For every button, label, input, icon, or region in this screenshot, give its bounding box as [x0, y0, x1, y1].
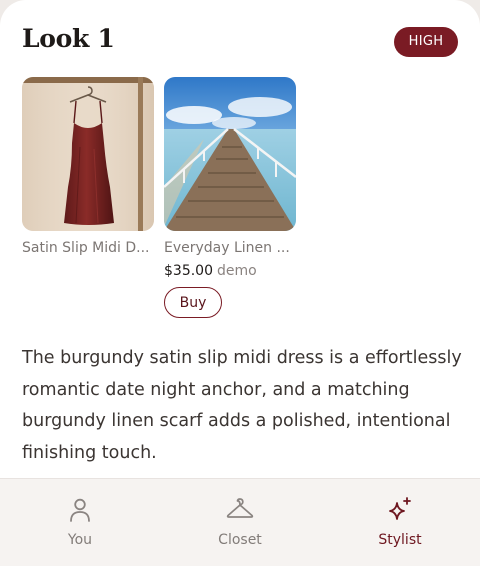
- buy-button[interactable]: Buy: [164, 287, 222, 318]
- product-name[interactable]: Satin Slip Midi D...: [22, 240, 154, 256]
- person-icon: [70, 498, 90, 522]
- look-description: The burgundy satin slip midi dress is a …: [22, 348, 462, 463]
- nav-label-closet: Closet: [218, 532, 262, 548]
- nav-item-you[interactable]: You: [0, 479, 160, 566]
- product-image-dress[interactable]: [22, 77, 154, 231]
- product-name[interactable]: Everyday Linen ...: [164, 240, 296, 256]
- nav-label-stylist: Stylist: [378, 532, 422, 548]
- nav-item-closet[interactable]: Closet: [160, 479, 320, 566]
- look-title: Look 1: [22, 24, 115, 53]
- nav-label-you: You: [67, 532, 93, 548]
- sparkle-icon: [389, 497, 411, 520]
- product-price: $35.00: [164, 263, 213, 279]
- nav-item-stylist[interactable]: Stylist: [320, 479, 480, 566]
- look-card: Look 1 HIGH Satin Slip Midi D... Everyda…: [0, 0, 480, 566]
- product-image-linen[interactable]: [164, 77, 296, 231]
- priority-badge: HIGH: [394, 27, 458, 57]
- product-card-linen[interactable]: Everyday Linen ... $35.00 demo Buy: [164, 77, 296, 318]
- bottom-nav: You Closet Stylist: [0, 478, 480, 566]
- product-card-dress[interactable]: Satin Slip Midi D...: [22, 77, 154, 256]
- price-row: $35.00 demo: [164, 263, 296, 279]
- price-note: demo: [217, 263, 257, 279]
- hanger-icon: [226, 498, 254, 518]
